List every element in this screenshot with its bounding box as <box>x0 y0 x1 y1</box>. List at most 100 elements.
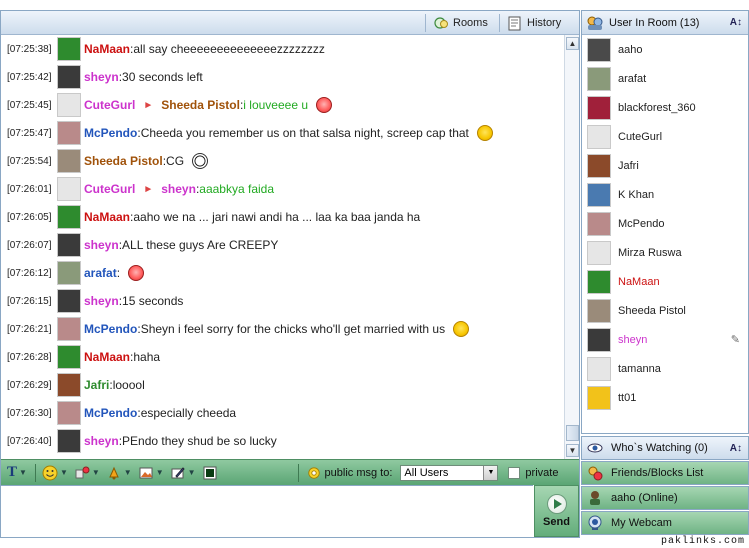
sounds-button[interactable]: ▼ <box>74 463 100 483</box>
draw-button[interactable]: ▼ <box>170 463 196 483</box>
history-label: History <box>527 17 562 29</box>
avatar[interactable] <box>57 261 81 285</box>
message-sender[interactable]: CuteGurl <box>84 98 135 112</box>
message-timestamp: [07:26:21] <box>7 323 52 335</box>
message-separator: : <box>116 266 121 280</box>
user-list-item[interactable]: aaho <box>582 35 748 64</box>
private-label: private <box>525 466 559 479</box>
message-sender[interactable]: McPendo <box>84 406 137 420</box>
avatar[interactable] <box>57 429 81 453</box>
whos-watching-row[interactable]: Who`s Watching (0) A↕ <box>581 436 749 460</box>
my-webcam-row[interactable]: My Webcam <box>581 511 749 535</box>
user-list-item[interactable]: Sheeda Pistol <box>582 296 748 325</box>
private-checkbox[interactable] <box>508 466 521 479</box>
avatar[interactable] <box>57 121 81 145</box>
nudge-button[interactable]: ▼ <box>106 463 132 483</box>
message-sender[interactable]: CuteGurl <box>84 182 135 196</box>
avatar <box>587 356 611 381</box>
public-message-icon <box>307 466 320 479</box>
chevron-down-icon: ▼ <box>155 468 164 477</box>
avatar[interactable] <box>57 93 81 117</box>
user-list-item[interactable]: NaMaan <box>582 267 748 296</box>
avatar[interactable] <box>57 401 81 425</box>
recipient-select[interactable]: All Users ▼ <box>400 464 499 481</box>
my-status-row[interactable]: aaho (Online) <box>581 486 749 510</box>
message-sender[interactable]: arafat <box>84 266 117 280</box>
message-text: all say cheeeeeeeeeeeeeezzzzzzzz <box>133 42 325 56</box>
send-arrow-icon <box>546 494 567 514</box>
avatar[interactable] <box>57 373 81 397</box>
avatar[interactable] <box>57 317 81 341</box>
user-name: CuteGurl <box>618 130 663 143</box>
message-timestamp: [07:25:54] <box>7 155 52 167</box>
user-list-item[interactable]: arafat <box>582 64 748 93</box>
user-list-item[interactable]: blackforest_360 <box>582 93 748 122</box>
message-input[interactable] <box>1 486 533 537</box>
sort-watching-button[interactable]: A↕ <box>730 443 742 454</box>
avatar[interactable] <box>57 149 81 173</box>
text-format-button[interactable]: T ▼ <box>7 463 27 483</box>
sort-users-button[interactable]: A↕ <box>730 17 742 28</box>
message-sender[interactable]: McPendo <box>84 322 137 336</box>
friends-icon <box>588 466 603 481</box>
watermark: paklinks.com <box>660 536 745 547</box>
user-name: Sheeda Pistol <box>618 304 686 317</box>
user-list-item[interactable]: tt01 <box>582 383 748 412</box>
user-list-item[interactable]: K Khan <box>582 180 748 209</box>
message-sender[interactable]: sheyn <box>84 294 119 308</box>
avatar[interactable] <box>57 289 81 313</box>
message-text: aaho we na ... jari nawi andi ha ... laa… <box>133 210 421 224</box>
history-button[interactable]: History <box>507 14 561 32</box>
message-scrollbar[interactable]: ▲ ▼ <box>564 35 579 459</box>
avatar[interactable] <box>57 205 81 229</box>
message-sender[interactable]: sheyn <box>84 238 119 252</box>
message-sender[interactable]: NaMaan <box>84 210 130 224</box>
avatar[interactable] <box>57 345 81 369</box>
message-sender[interactable]: NaMaan <box>84 350 130 364</box>
user-list-item[interactable]: CuteGurl <box>582 122 748 151</box>
avatar <box>587 182 611 207</box>
message-sender[interactable]: NaMaan <box>84 42 130 56</box>
message-row: [07:26:07] sheyn: ALL these guys Are CREE… <box>1 231 563 259</box>
color-button[interactable] <box>202 463 218 483</box>
avatar <box>587 66 611 91</box>
avatar[interactable] <box>57 233 81 257</box>
rooms-button[interactable]: Rooms <box>433 14 488 32</box>
message-sender[interactable]: McPendo <box>84 126 137 140</box>
emoticon-button[interactable]: ▼ <box>42 463 68 483</box>
user-name: Mirza Ruswa <box>618 246 682 259</box>
message-timestamp: [07:26:40] <box>7 435 52 447</box>
message-sender[interactable]: Jafri <box>84 378 109 392</box>
color-swatch-icon <box>203 466 217 479</box>
message-sender[interactable]: sheyn <box>84 434 119 448</box>
scroll-down-arrow-icon[interactable]: ▼ <box>566 444 579 457</box>
message-recipient[interactable]: Sheeda Pistol <box>161 98 240 112</box>
message-text: 15 seconds <box>122 294 184 308</box>
user-list-item[interactable]: Jafri <box>582 151 748 180</box>
message-recipient[interactable]: sheyn <box>161 182 196 196</box>
friends-blocks-row[interactable]: Friends/Blocks List <box>581 461 749 485</box>
grin-emoticon-icon <box>453 321 470 337</box>
user-list-item[interactable]: tamanna <box>582 354 748 383</box>
avatar[interactable] <box>57 177 81 201</box>
image-button[interactable]: ▼ <box>138 463 164 483</box>
chevron-down-icon[interactable]: ▼ <box>483 465 498 480</box>
message-sender[interactable]: Sheeda Pistol <box>84 154 163 168</box>
message-input-area <box>1 485 533 537</box>
chevron-down-icon: ▼ <box>59 468 68 477</box>
send-button[interactable]: Send <box>534 485 579 537</box>
avatar <box>587 153 611 178</box>
kiss-emoticon-icon <box>316 97 333 113</box>
users-header-title: User In Room (13) <box>609 16 700 29</box>
user-list-item[interactable]: McPendo <box>582 209 748 238</box>
message-timestamp: [07:26:29] <box>7 379 52 391</box>
user-list-item[interactable]: sheyn ✎ <box>582 325 748 354</box>
user-list-item[interactable]: Mirza Ruswa <box>582 238 748 267</box>
avatar[interactable] <box>57 65 81 89</box>
scroll-thumb[interactable] <box>566 425 579 441</box>
avatar[interactable] <box>57 37 81 61</box>
message-row: [07:26:12] arafat: <box>1 259 563 287</box>
users-panel: User In Room (13) A↕ aaho arafat blackfore… <box>581 10 749 434</box>
message-sender[interactable]: sheyn <box>84 70 119 84</box>
scroll-up-arrow-icon[interactable]: ▲ <box>566 37 579 50</box>
